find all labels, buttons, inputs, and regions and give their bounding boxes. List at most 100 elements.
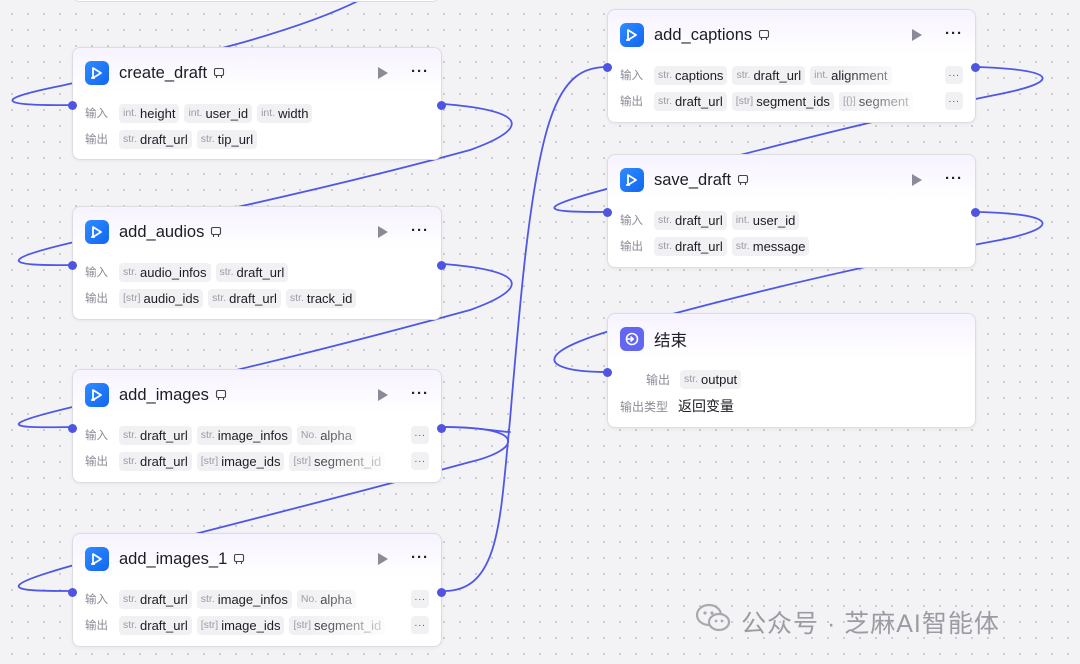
node-title: save_draft bbox=[654, 170, 732, 189]
param-chip: str. draft_url bbox=[119, 615, 192, 635]
node-add-images-1[interactable]: add_images_1 ··· 输入 str. draft_url str. im… bbox=[68, 533, 446, 647]
input-port[interactable] bbox=[68, 261, 77, 270]
output-port[interactable] bbox=[437, 424, 446, 433]
param-chip: str. draft_url bbox=[119, 129, 192, 149]
node-end[interactable]: 结束 输出 str. output 输出类型 返回变量 bbox=[603, 313, 976, 428]
param-chip: int. user_id bbox=[184, 103, 253, 123]
node-header: 结束 bbox=[620, 326, 963, 352]
run-icon[interactable] bbox=[377, 552, 389, 571]
outputs-row: 输出 str. draft_url [str] image_ids [str] seg… bbox=[85, 614, 401, 636]
outputs-label: 输出 bbox=[85, 456, 108, 468]
node-add-images[interactable]: add_images ··· 输入 str. draft_url str. imag… bbox=[68, 369, 446, 483]
inputs-label: 输入 bbox=[620, 70, 643, 82]
node-header: add_images_1 ··· bbox=[85, 546, 429, 572]
node-add-captions[interactable]: add_captions ··· 输入 str. captions str. dra… bbox=[603, 9, 980, 123]
param-chip: str. draft_url bbox=[208, 288, 281, 308]
node-create-draft[interactable]: create_draft ··· 输入 int. height int. user_… bbox=[68, 47, 446, 160]
plugin-badge-icon bbox=[213, 67, 225, 79]
inputs-label: 输入 bbox=[85, 594, 108, 606]
outputs-row: 输出 [str] audio_ids str. draft_url str. trac… bbox=[85, 287, 433, 309]
node-title: add_captions bbox=[654, 25, 753, 44]
plugin-play-icon bbox=[85, 61, 109, 85]
node-header: create_draft ··· bbox=[85, 60, 429, 86]
inputs-row: 输入 int. height int. user_id int. width bbox=[85, 102, 433, 124]
more-options-icon[interactable]: ··· bbox=[945, 25, 963, 42]
more-params-button[interactable]: ··· bbox=[945, 92, 963, 110]
output-port[interactable] bbox=[971, 63, 980, 72]
run-icon[interactable] bbox=[911, 173, 923, 192]
node-add-audios[interactable]: add_audios ··· 输入 str. audio_infos str. dr… bbox=[68, 206, 446, 320]
run-icon[interactable] bbox=[377, 388, 389, 407]
output-port[interactable] bbox=[437, 261, 446, 270]
param-chip: str. audio_infos bbox=[119, 262, 211, 282]
more-params-button[interactable]: ··· bbox=[945, 66, 963, 84]
output-port[interactable] bbox=[437, 588, 446, 597]
outputs-label: 输出 bbox=[85, 134, 108, 146]
node-title: add_images bbox=[119, 385, 209, 404]
plugin-badge-icon bbox=[737, 174, 749, 186]
inputs-row: 输入 str. audio_infos str. draft_url bbox=[85, 261, 433, 283]
param-chip: int. user_id bbox=[731, 210, 800, 230]
output-port[interactable] bbox=[971, 208, 980, 217]
more-params-button[interactable]: ··· bbox=[411, 426, 429, 444]
param-chip: str. draft_url bbox=[654, 210, 727, 230]
watermark-text: 公众号 · 芝麻AI智能体 bbox=[741, 609, 1000, 638]
end-output-row: 输出 str. output bbox=[646, 368, 967, 390]
param-chip: No. alpha bbox=[296, 589, 356, 609]
param-chip: int. height bbox=[119, 103, 180, 123]
more-params-button[interactable]: ··· bbox=[411, 452, 429, 470]
plugin-badge-icon bbox=[215, 389, 227, 401]
end-exit-icon bbox=[620, 327, 644, 351]
more-options-icon[interactable]: ··· bbox=[411, 222, 429, 239]
more-params-button[interactable]: ··· bbox=[411, 616, 429, 634]
plugin-play-icon bbox=[85, 547, 109, 571]
input-port[interactable] bbox=[603, 63, 612, 72]
param-chip: str. draft_url bbox=[732, 65, 806, 85]
param-chip: No. alpha bbox=[296, 425, 356, 445]
watermark: 公众号 · 芝麻AI智能体 bbox=[695, 603, 1000, 640]
outputs-row: 输出 str. draft_url [str] segment_ids [{}] se… bbox=[620, 90, 935, 112]
input-port[interactable] bbox=[603, 368, 612, 377]
param-chip: int. width bbox=[257, 103, 313, 123]
node-header: save_draft ··· bbox=[620, 167, 963, 193]
node-header: add_images ··· bbox=[85, 382, 429, 408]
param-chip: str. tip_url bbox=[196, 129, 258, 149]
param-chip: str. image_infos bbox=[196, 425, 292, 445]
input-port[interactable] bbox=[68, 588, 77, 597]
inputs-row: 输入 str. draft_url int. user_id bbox=[620, 209, 967, 231]
run-icon[interactable] bbox=[377, 225, 389, 244]
end-output-type-row: 输出类型 返回变量 bbox=[620, 395, 967, 417]
param-chip: str. image_infos bbox=[196, 589, 292, 609]
outputs-label: 输出 bbox=[85, 293, 108, 305]
more-options-icon[interactable]: ··· bbox=[945, 170, 963, 187]
more-options-icon[interactable]: ··· bbox=[411, 549, 429, 566]
output-type-label: 输出类型 bbox=[620, 399, 669, 414]
plugin-play-icon bbox=[620, 23, 644, 47]
output-port[interactable] bbox=[437, 101, 446, 110]
param-chip: str. draft_url bbox=[654, 91, 727, 111]
param-chip: [str] image_ids bbox=[196, 615, 285, 635]
run-icon[interactable] bbox=[377, 66, 389, 85]
run-icon[interactable] bbox=[911, 28, 923, 47]
param-chip: [str] segment_id bbox=[289, 451, 386, 471]
outputs-row: 输出 str. draft_url str. message bbox=[620, 235, 967, 257]
output-type-value: 返回变量 bbox=[678, 398, 734, 414]
inputs-label: 输入 bbox=[85, 108, 108, 120]
input-port[interactable] bbox=[603, 208, 612, 217]
param-chip: str. output bbox=[680, 369, 742, 389]
plugin-play-icon bbox=[85, 383, 109, 407]
param-chip: str. draft_url bbox=[215, 262, 289, 282]
node-header: add_audios ··· bbox=[85, 219, 429, 245]
more-options-icon[interactable]: ··· bbox=[411, 385, 429, 402]
inputs-row: 输入 str. draft_url str. image_infos No. alph… bbox=[85, 424, 401, 446]
param-chip: str. draft_url bbox=[119, 589, 192, 609]
plugin-badge-icon bbox=[210, 226, 222, 238]
input-port[interactable] bbox=[68, 101, 77, 110]
inputs-label: 输入 bbox=[85, 267, 108, 279]
node-save-draft[interactable]: save_draft ··· 输入 str. draft_url int. user… bbox=[603, 154, 980, 268]
more-params-button[interactable]: ··· bbox=[411, 590, 429, 608]
outputs-label: 输出 bbox=[620, 96, 643, 108]
more-options-icon[interactable]: ··· bbox=[411, 63, 429, 80]
input-port[interactable] bbox=[68, 424, 77, 433]
param-chip: str. track_id bbox=[285, 288, 357, 308]
